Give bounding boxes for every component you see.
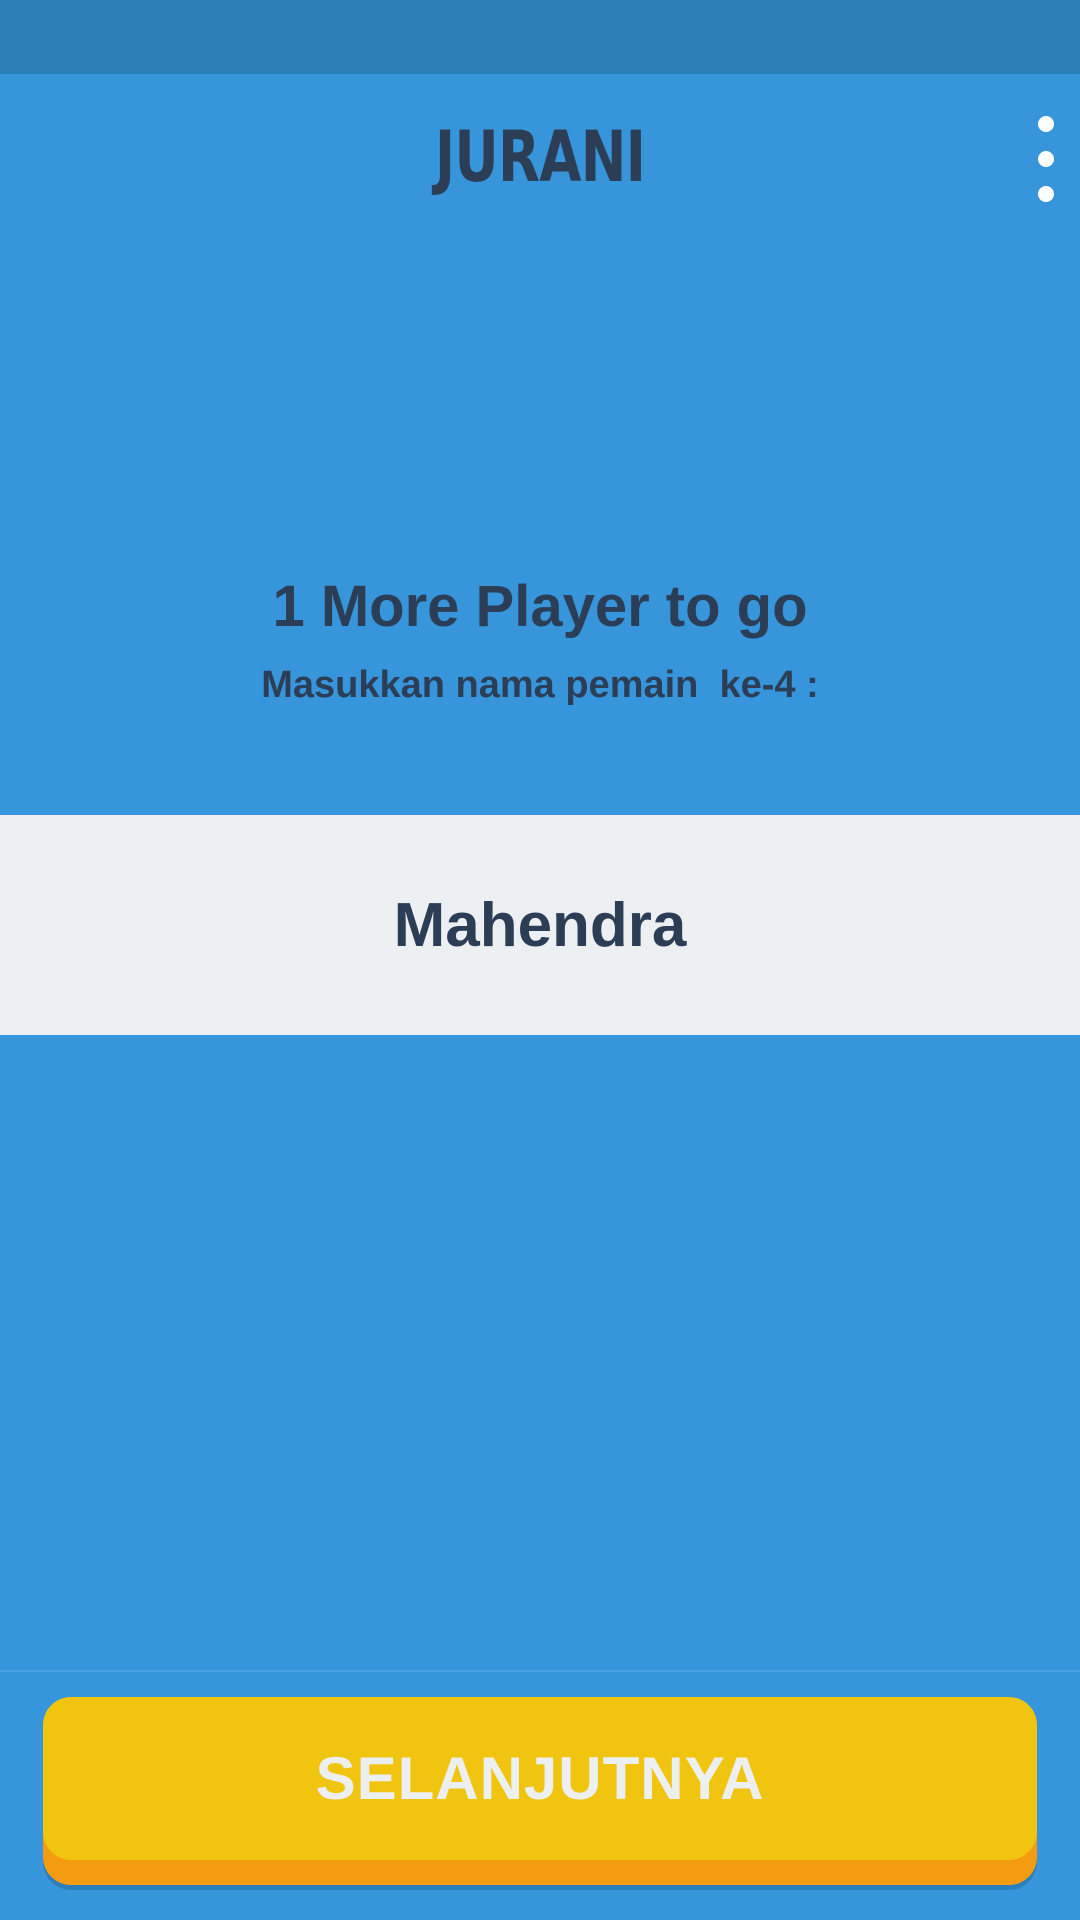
app-logo: JURANI: [434, 116, 646, 198]
app-bar: JURANI: [0, 74, 1080, 244]
player-name-screen: JURANI 1 More Player to go Masukkan nama…: [0, 0, 1080, 1920]
players-remaining-heading: 1 More Player to go: [272, 574, 808, 639]
player-name-input[interactable]: [0, 815, 1080, 1035]
next-button[interactable]: SELANJUTNYA: [43, 1697, 1037, 1860]
status-bar: [0, 0, 1080, 74]
player-name-prompt: Masukkan nama pemain ke-4 :: [261, 664, 819, 706]
overflow-menu-button[interactable]: [1020, 104, 1070, 214]
